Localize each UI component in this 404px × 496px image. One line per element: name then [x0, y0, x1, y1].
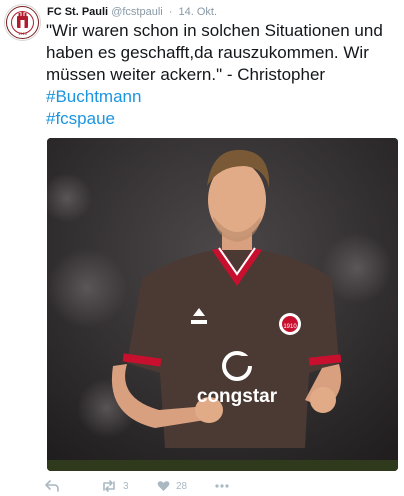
fcsp-crest-icon: 1910 [6, 6, 39, 39]
tweet-date[interactable]: 14. Okt. [179, 6, 218, 18]
player-photo: 1910 congstar [47, 138, 398, 471]
like-count: 28 [176, 480, 188, 492]
tweet-text-body: "Wir waren schon in solchen Situationen … [46, 21, 383, 84]
hashtag-link[interactable]: #fcspaue [46, 109, 115, 128]
tweet-photo[interactable]: 1910 congstar [47, 138, 398, 471]
retweet-button[interactable]: 3 [101, 480, 157, 492]
hashtag-link[interactable]: #Buchtmann [46, 87, 141, 106]
reply-button[interactable] [45, 480, 101, 492]
tweet-actions: 3 28 [45, 478, 345, 494]
reply-icon [45, 480, 59, 492]
tweet-text: "Wir waren schon in solchen Situationen … [46, 20, 396, 130]
more-icon [215, 484, 229, 488]
more-button[interactable] [215, 484, 229, 488]
svg-text:congstar: congstar [197, 386, 278, 407]
club-crest-on-jersey: 1910 [279, 313, 301, 335]
tweet: 1910 FC St. Pauli @fcstpauli · 14. Okt. … [0, 0, 404, 496]
retweet-count: 3 [123, 480, 129, 492]
avatar[interactable]: 1910 [4, 4, 41, 41]
account-name[interactable]: FC St. Pauli [47, 6, 108, 18]
account-handle[interactable]: @fcstpauli [111, 6, 163, 18]
like-button[interactable]: 28 [157, 480, 215, 492]
like-icon [157, 481, 170, 491]
svg-text:1910: 1910 [18, 31, 28, 36]
tweet-header: FC St. Pauli @fcstpauli · 14. Okt. [47, 6, 217, 19]
svg-text:1910: 1910 [283, 324, 297, 330]
retweet-icon [103, 480, 115, 492]
separator-dot: · [168, 6, 173, 18]
